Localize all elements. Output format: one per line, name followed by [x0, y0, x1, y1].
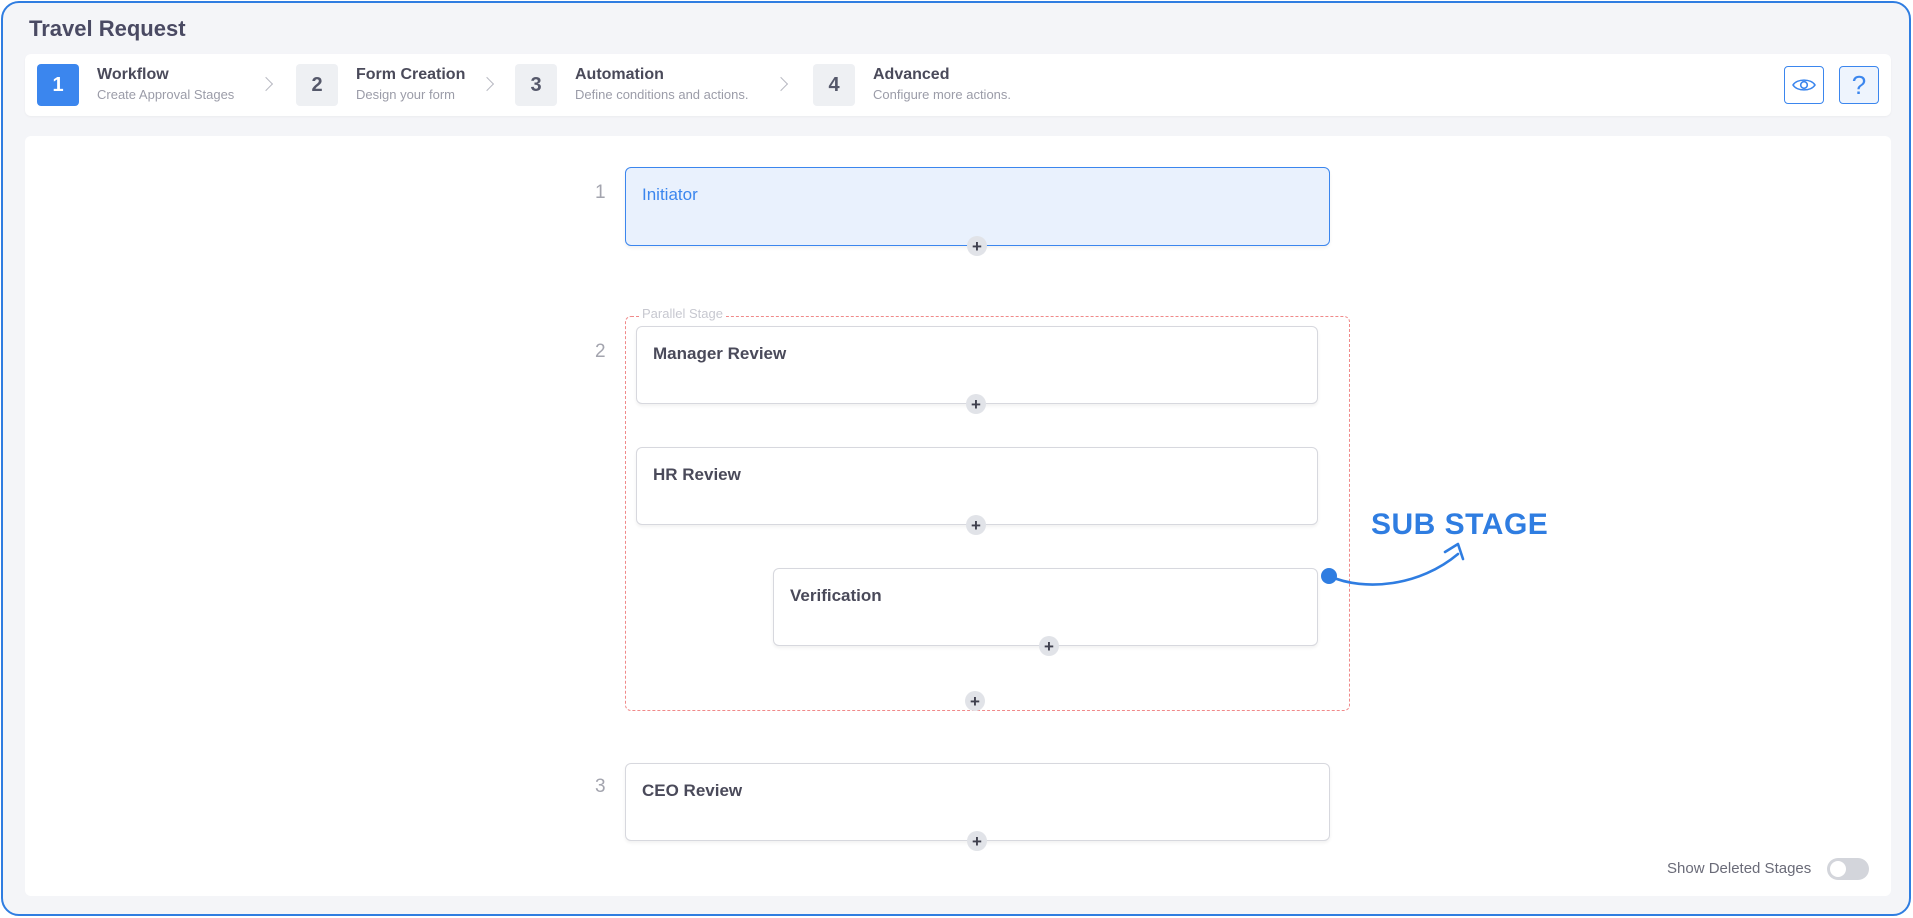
add-stage-button[interactable]: +	[966, 394, 986, 414]
step-subtitle: Configure more actions.	[873, 87, 1012, 102]
show-deleted-label: Show Deleted Stages	[1667, 860, 1812, 877]
eye-icon	[1792, 79, 1816, 91]
workflow-canvas: 1 Initiator + 2 Parallel Stage Manager R…	[25, 136, 1891, 896]
step-automation[interactable]: 3 Automation Define conditions and actio…	[515, 64, 748, 106]
stage-title: Initiator	[642, 185, 698, 204]
step-number: 2	[296, 64, 338, 106]
stage-title: Verification	[790, 586, 882, 605]
stage-card-hr-review[interactable]: HR Review	[636, 447, 1318, 525]
question-icon: ?	[1851, 70, 1867, 100]
chevron-right-icon	[258, 76, 274, 92]
stage-title: Manager Review	[653, 344, 787, 363]
step-subtitle: Design your form	[356, 87, 455, 102]
stage-card-manager-review[interactable]: Manager Review	[636, 326, 1318, 404]
parallel-stage-label: Parallel Stage	[639, 306, 726, 321]
chevron-right-icon	[479, 76, 495, 92]
show-deleted-toggle[interactable]	[1827, 858, 1869, 880]
add-stage-button[interactable]: +	[967, 236, 987, 256]
add-stage-button[interactable]: +	[1039, 636, 1059, 656]
step-title: Automation	[575, 66, 664, 83]
stepper-bar: 1 Workflow Create Approval Stages 2 Form…	[25, 54, 1891, 116]
add-parallel-stage-button[interactable]: +	[965, 691, 985, 711]
stage-card-initiator[interactable]: Initiator	[625, 167, 1330, 246]
sub-stage-annotation: SUB STAGE	[1371, 508, 1549, 541]
app-frame: Travel Request 1 Workflow Create Approva…	[1, 1, 1911, 916]
page-title: Travel Request	[29, 16, 186, 41]
step-number: 1	[37, 64, 79, 106]
step-form-creation[interactable]: 2 Form Creation Design your form	[296, 64, 465, 106]
step-workflow[interactable]: 1 Workflow Create Approval Stages	[37, 64, 234, 106]
step-subtitle: Define conditions and actions.	[575, 87, 749, 102]
step-number: 3	[515, 64, 557, 106]
toggle-knob	[1830, 861, 1846, 877]
step-subtitle: Create Approval Stages	[97, 87, 235, 102]
stage-card-ceo-review[interactable]: CEO Review	[625, 763, 1330, 841]
stage-number: 3	[595, 776, 606, 797]
stage-card-verification[interactable]: Verification	[773, 568, 1318, 646]
stage-number: 1	[595, 182, 606, 203]
stage-title: CEO Review	[642, 781, 743, 800]
preview-button[interactable]	[1784, 66, 1824, 104]
step-title: Advanced	[873, 66, 950, 83]
chevron-right-icon	[773, 76, 789, 92]
step-title: Form Creation	[356, 66, 466, 83]
step-number: 4	[813, 64, 855, 106]
help-button[interactable]: ?	[1839, 66, 1879, 104]
stage-title: HR Review	[653, 465, 741, 484]
stage-number: 2	[595, 341, 606, 362]
add-stage-button[interactable]: +	[967, 831, 987, 851]
add-stage-button[interactable]: +	[966, 515, 986, 535]
step-title: Workflow	[97, 66, 169, 83]
step-advanced[interactable]: 4 Advanced Configure more actions.	[813, 64, 1011, 106]
